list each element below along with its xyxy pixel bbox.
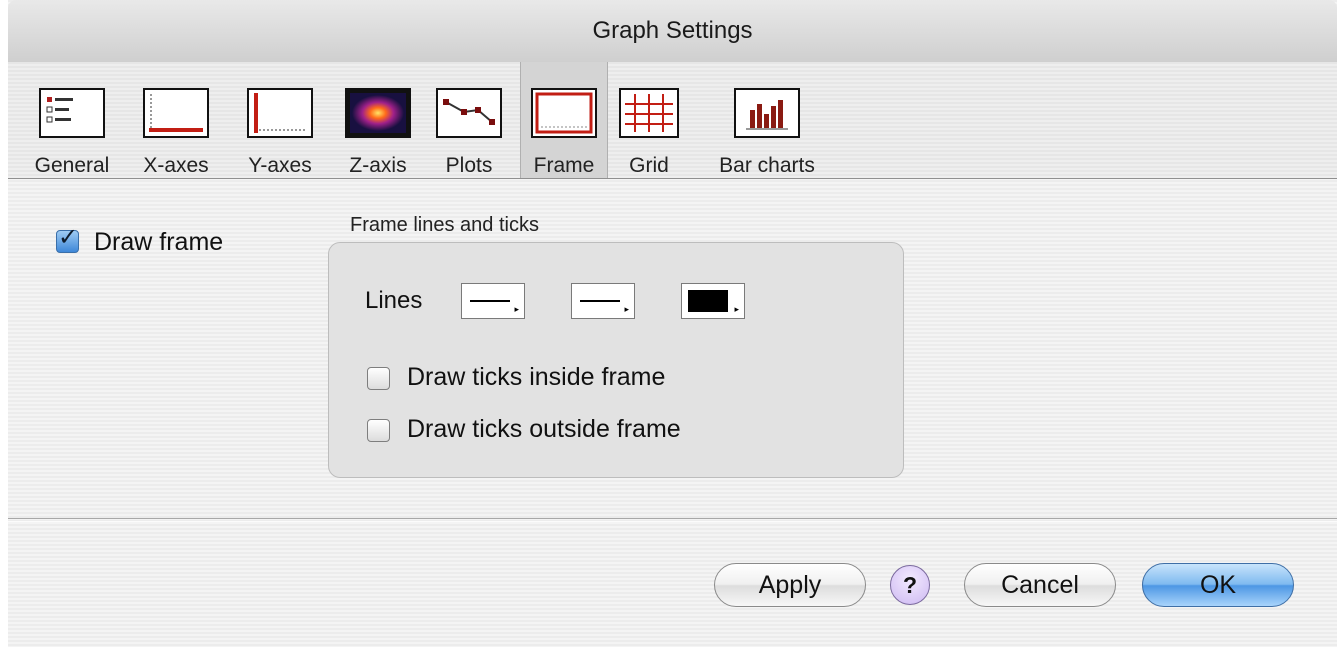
title-bar[interactable]: Graph Settings [8, 0, 1337, 62]
help-button[interactable]: ? [890, 565, 930, 605]
tab-label: Bar charts [719, 154, 815, 177]
apply-button[interactable]: Apply [714, 563, 866, 607]
settings-toolbar: General X-axes Y-axes Z-axis Plots Frame… [8, 62, 1337, 179]
ticks-inside-checkbox[interactable] [367, 367, 390, 390]
footer-divider [8, 518, 1337, 522]
tab-grid[interactable]: Grid [612, 62, 686, 178]
general-settings-icon [39, 88, 105, 138]
ticks-inside-label: Draw ticks inside frame [407, 363, 666, 391]
line-color-swatch [688, 290, 728, 312]
ok-button[interactable]: OK [1142, 563, 1294, 607]
tab-label: Z-axis [349, 154, 407, 177]
ticks-outside-label: Draw ticks outside frame [407, 415, 681, 443]
tab-label: Plots [445, 154, 493, 177]
grid-icon [619, 88, 679, 138]
draw-frame-checkbox[interactable]: ✓ [56, 224, 79, 253]
tab-general[interactable]: General [26, 62, 118, 178]
ticks-outside-checkbox[interactable] [367, 419, 390, 442]
tab-y-axes[interactable]: Y-axes [234, 62, 326, 178]
tab-x-axes[interactable]: X-axes [130, 62, 222, 178]
line-style-popup[interactable]: ▸ [461, 283, 525, 319]
cancel-button[interactable]: Cancel [964, 563, 1116, 607]
x-axis-icon [143, 88, 209, 138]
tab-label: Frame [533, 154, 595, 177]
checkmark-icon: ✓ [58, 224, 79, 251]
window-title: Graph Settings [592, 17, 753, 44]
tab-label: General [34, 154, 110, 177]
line-style-preview [470, 300, 510, 302]
tab-bar-charts[interactable]: Bar charts [702, 62, 832, 178]
tab-frame[interactable]: Frame [520, 62, 608, 178]
group-title: Frame lines and ticks [350, 214, 539, 236]
frame-lines-and-ticks-group: Lines ▸ ▸ ▸ Draw ticks inside frame Draw… [328, 242, 904, 478]
popup-arrow-icon: ▸ [624, 304, 629, 314]
popup-arrow-icon: ▸ [514, 304, 519, 314]
tab-label: X-axes [143, 154, 209, 177]
tab-z-axis[interactable]: Z-axis [338, 62, 418, 178]
frame-settings-pane: ✓ Draw frame Frame lines and ticks Lines… [8, 178, 1337, 518]
line-color-popup[interactable]: ▸ [681, 283, 745, 319]
draw-frame-label: Draw frame [94, 228, 224, 256]
plot-line-icon [436, 88, 502, 138]
bar-chart-icon [734, 88, 800, 138]
z-axis-heatmap-icon [345, 88, 411, 138]
line-width-popup[interactable]: ▸ [571, 283, 635, 319]
tab-label: Y-axes [248, 154, 312, 177]
tab-plots[interactable]: Plots [426, 62, 512, 178]
tab-label: Grid [629, 154, 669, 177]
lines-label: Lines [365, 287, 423, 314]
y-axis-icon [247, 88, 313, 138]
popup-arrow-icon: ▸ [734, 304, 739, 314]
graph-settings-window: Graph Settings General X-axes Y-axes Z-a… [8, 0, 1337, 647]
frame-icon [531, 88, 597, 138]
line-width-preview [580, 300, 620, 302]
